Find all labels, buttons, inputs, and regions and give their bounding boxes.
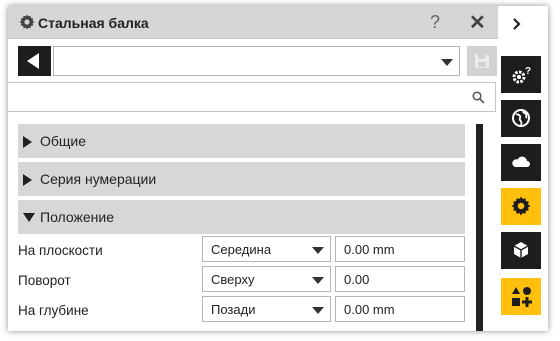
on-plane-offset-field[interactable]: 0.00 mm xyxy=(335,236,465,262)
section-general[interactable]: Общие xyxy=(18,124,465,158)
applications-components-button[interactable] xyxy=(501,278,541,315)
scrollbar[interactable] xyxy=(476,124,483,331)
section-label: Серия нумерации xyxy=(40,171,157,187)
at-depth-dropdown[interactable]: Позади xyxy=(202,296,331,322)
chevron-down-icon xyxy=(312,277,324,284)
expand-arrow-icon xyxy=(23,174,32,186)
chevron-down-icon xyxy=(312,247,324,254)
back-button[interactable] xyxy=(18,46,51,76)
dropdown-value: Позади xyxy=(211,302,256,317)
chevron-right-icon xyxy=(513,18,521,30)
properties-button[interactable] xyxy=(501,188,541,225)
dropdown-value: Середина xyxy=(211,242,272,257)
preset-combobox[interactable] xyxy=(53,46,460,76)
row-label: На глубине xyxy=(18,303,89,318)
row-label: На плоскости xyxy=(18,243,103,258)
rotation-dropdown[interactable]: Сверху xyxy=(202,266,331,292)
save-icon xyxy=(475,54,489,68)
field-value: 0.00 xyxy=(344,272,370,287)
at-depth-offset-field[interactable]: 0.00 mm xyxy=(335,296,465,322)
section-numbering-series[interactable]: Серия нумерации xyxy=(18,162,465,196)
section-position[interactable]: Положение xyxy=(18,200,465,234)
model-objects-button[interactable] xyxy=(501,232,541,269)
section-label: Положение xyxy=(40,209,114,225)
cloud-button[interactable] xyxy=(501,144,541,181)
chevron-down-icon xyxy=(312,307,324,314)
field-value: 0.00 mm xyxy=(344,302,395,317)
properties-window: Стальная балка ? ✕ Общие Серия нумерации… xyxy=(8,6,548,331)
gear-icon xyxy=(511,196,531,216)
collapse-panel-button[interactable] xyxy=(501,10,541,47)
search-input[interactable] xyxy=(8,82,496,112)
chevron-down-icon xyxy=(441,59,453,66)
cube-icon xyxy=(513,242,529,258)
collapse-arrow-icon xyxy=(23,213,35,222)
online-services-button[interactable] xyxy=(501,100,541,137)
side-toolbar: ? xyxy=(498,6,548,331)
window-title: Стальная балка xyxy=(38,15,149,31)
on-plane-dropdown[interactable]: Середина xyxy=(202,236,331,262)
save-button[interactable] xyxy=(467,46,497,76)
gear-icon xyxy=(19,14,35,30)
rotation-offset-field[interactable]: 0.00 xyxy=(335,266,465,292)
close-button[interactable]: ✕ xyxy=(469,10,486,35)
cloud-icon xyxy=(512,156,530,167)
field-value: 0.00 mm xyxy=(344,242,395,257)
property-help-button[interactable]: ? xyxy=(501,56,541,93)
row-at-depth: На глубине Позади 0.00 mm xyxy=(18,296,465,326)
row-rotation: Поворот Сверху 0.00 xyxy=(18,266,465,296)
globe-icon xyxy=(512,109,530,127)
row-on-plane: На плоскости Середина 0.00 mm xyxy=(18,236,465,266)
expand-arrow-icon xyxy=(23,136,32,148)
help-button[interactable]: ? xyxy=(430,12,440,33)
properties-panel: Стальная балка ? ✕ Общие Серия нумерации… xyxy=(8,6,498,331)
row-label: Поворот xyxy=(18,273,71,288)
shapes-add-icon xyxy=(512,287,532,307)
section-label: Общие xyxy=(40,133,87,149)
svg-text:?: ? xyxy=(525,66,531,77)
search-icon[interactable] xyxy=(472,91,485,104)
title-bar: Стальная балка ? ✕ xyxy=(8,6,498,39)
gear-help-icon: ? xyxy=(512,66,531,84)
dropdown-value: Сверху xyxy=(211,272,255,287)
